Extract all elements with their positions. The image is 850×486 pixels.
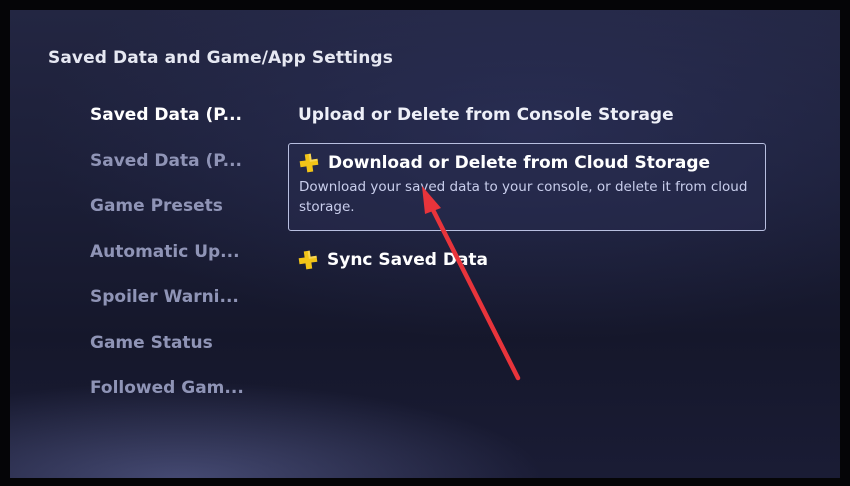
sync-option-label: Sync Saved Data [327, 250, 489, 270]
sidebar-item-saved-data-ps5[interactable]: Saved Data (P... [90, 100, 260, 146]
sync-saved-data-option[interactable]: Sync Saved Data [288, 243, 773, 277]
upload-delete-console-option[interactable]: Upload or Delete from Console Storage [288, 100, 773, 134]
sidebar-item-game-presets[interactable]: Game Presets [90, 191, 260, 237]
download-delete-cloud-option[interactable]: Download or Delete from Cloud Storage Do… [288, 143, 766, 231]
sidebar-item-automatic-updates[interactable]: Automatic Up... [90, 237, 260, 283]
sidebar-item-followed-games[interactable]: Followed Gam... [90, 373, 260, 419]
ps-plus-icon [298, 250, 318, 270]
page-title: Saved Data and Game/App Settings [48, 48, 393, 68]
screen: Saved Data and Game/App Settings Saved D… [10, 10, 840, 478]
content-panel: Upload or Delete from Console Storage Do… [288, 100, 773, 277]
sidebar-item-saved-data-ps4[interactable]: Saved Data (P... [90, 146, 260, 192]
download-option-label: Download or Delete from Cloud Storage [328, 153, 711, 173]
sidebar-item-spoiler-warnings[interactable]: Spoiler Warni... [90, 282, 260, 328]
ps-plus-icon [299, 153, 319, 173]
download-option-line: Download or Delete from Cloud Storage [299, 153, 755, 173]
sidebar: Saved Data (P... Saved Data (P... Game P… [90, 100, 260, 419]
tv-frame: Saved Data and Game/App Settings Saved D… [0, 0, 850, 486]
sidebar-item-game-status[interactable]: Game Status [90, 328, 260, 374]
download-option-description: Download your saved data to your console… [299, 179, 748, 215]
